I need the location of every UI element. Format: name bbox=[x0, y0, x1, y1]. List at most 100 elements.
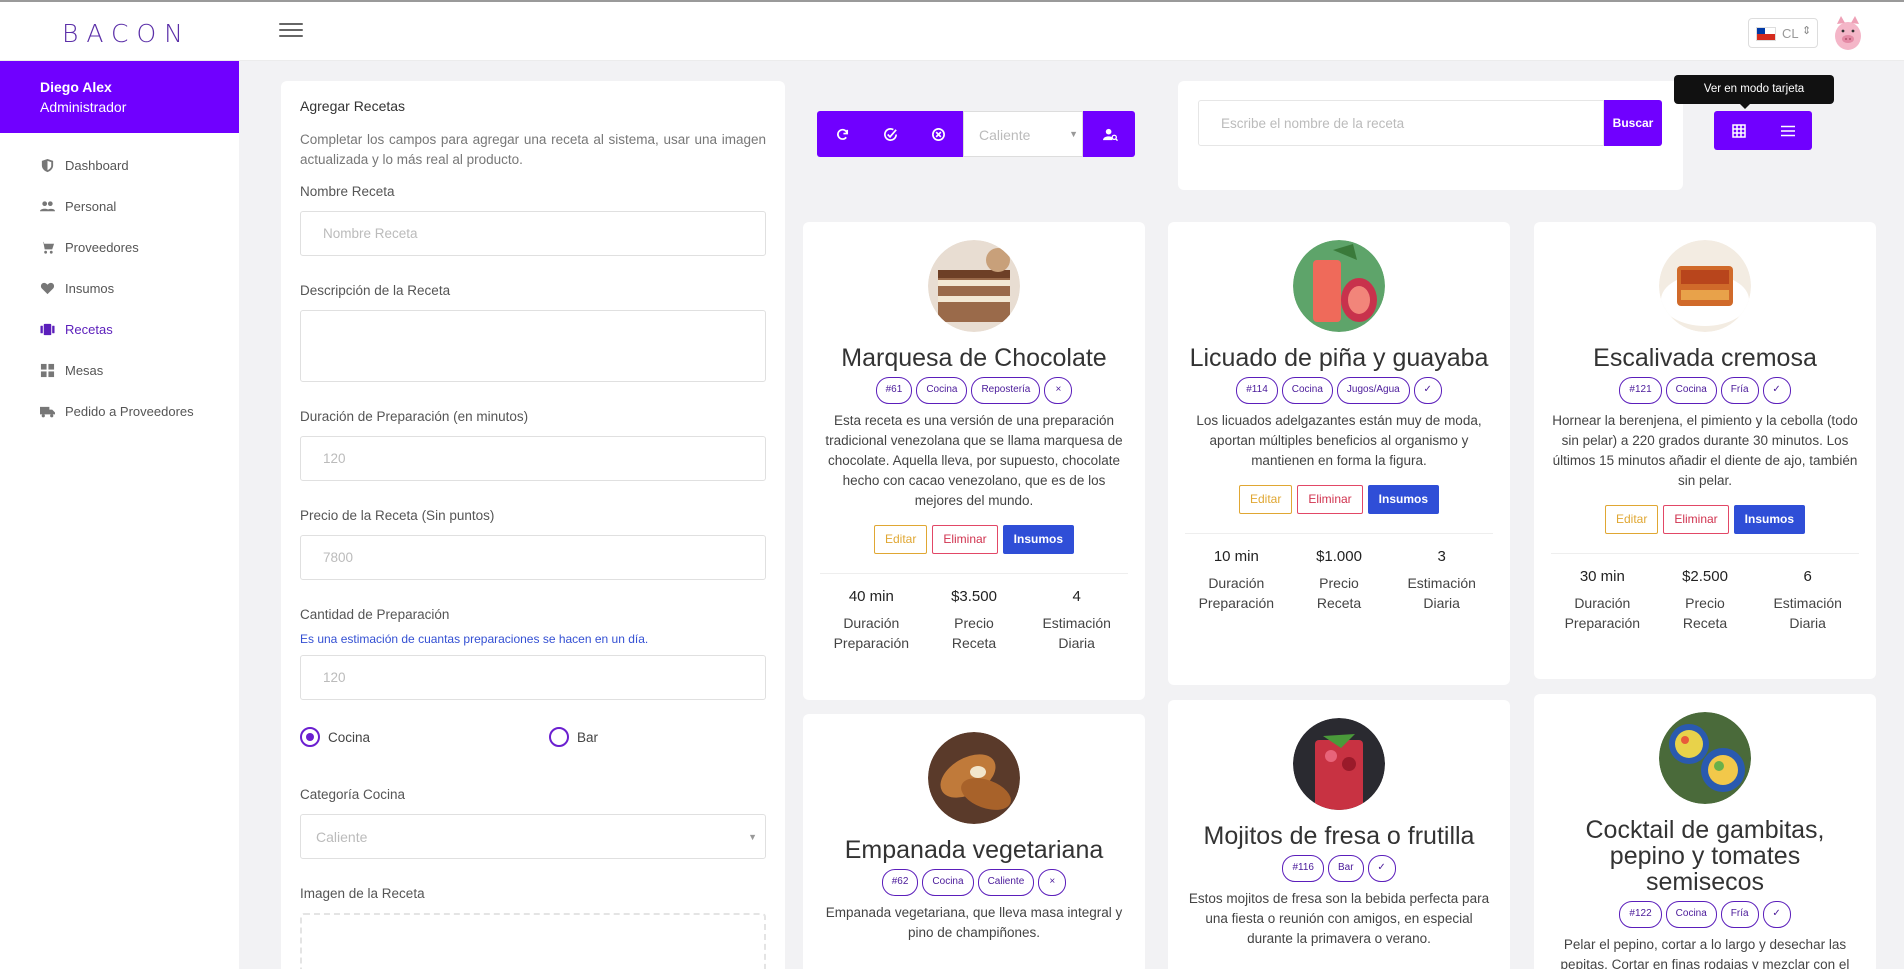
sidebar-item-recetas[interactable]: Recetas bbox=[0, 309, 239, 350]
recipe-description: Pelar el pepino, cortar a lo largo y des… bbox=[1560, 937, 1850, 969]
show-inactive-button[interactable] bbox=[914, 111, 962, 157]
recipe-name-input[interactable]: Nombre Receta bbox=[300, 211, 766, 256]
active-status-icon[interactable]: ✓ bbox=[1413, 377, 1442, 404]
stat-label: Estimación bbox=[1407, 575, 1476, 591]
sidebar-nav: Dashboard Personal Proveedores Insumos R… bbox=[0, 133, 239, 432]
edit-button[interactable]: Editar bbox=[1238, 485, 1293, 514]
sidebar-item-proveedores[interactable]: Proveedores bbox=[0, 227, 239, 268]
form-description: Completar los campos para agregar una re… bbox=[300, 132, 766, 167]
heart-icon bbox=[40, 282, 55, 295]
user-avatar[interactable] bbox=[1832, 14, 1864, 52]
category-filter-select[interactable]: Caliente ▼ bbox=[963, 111, 1083, 157]
recipe-tags: #61 Cocina Repostería × bbox=[820, 377, 1128, 404]
recipe-description: Estos mojitos de fresa son la bebida per… bbox=[1188, 891, 1490, 946]
refresh-button[interactable] bbox=[818, 111, 866, 157]
delete-button[interactable]: Eliminar bbox=[1297, 485, 1363, 514]
sidebar-item-dashboard[interactable]: Dashboard bbox=[0, 145, 239, 186]
recipe-tags: #62 Cocina Caliente × bbox=[820, 869, 1128, 896]
list-view-button[interactable] bbox=[1763, 111, 1812, 150]
sidebar-item-label: Proveedores bbox=[65, 240, 139, 255]
delete-button[interactable]: Eliminar bbox=[932, 525, 998, 554]
recipe-area-tag: Cocina bbox=[922, 869, 974, 896]
stat-label: Estimación bbox=[1042, 615, 1111, 631]
language-selector[interactable]: CL ⇕ bbox=[1748, 18, 1818, 48]
form-title: Agregar Recetas bbox=[300, 98, 406, 114]
price-stat: $1.000 Precio Receta bbox=[1288, 547, 1391, 613]
recipe-search-input[interactable]: Escribe el nombre de la receta bbox=[1198, 100, 1604, 146]
recipe-category-tag: Repostería bbox=[971, 377, 1041, 404]
recipe-category-tag: Fría bbox=[1720, 377, 1759, 404]
active-status-icon[interactable]: ✓ bbox=[1367, 855, 1396, 882]
show-active-button[interactable] bbox=[866, 111, 914, 157]
price-input[interactable]: 7800 bbox=[300, 535, 766, 580]
active-status-icon[interactable]: ✓ bbox=[1762, 377, 1791, 404]
recipe-name-label: Nombre Receta bbox=[300, 184, 395, 199]
category-label: Categoría Cocina bbox=[300, 787, 406, 802]
category-select[interactable]: Caliente ▼ bbox=[300, 814, 766, 859]
sidebar-item-pedido-proveedores[interactable]: Pedido a Proveedores bbox=[0, 391, 239, 432]
active-status-icon[interactable]: ✓ bbox=[1762, 901, 1791, 928]
inactive-status-icon[interactable]: × bbox=[1038, 869, 1067, 896]
price-stat: $3.500 Precio Receta bbox=[923, 587, 1026, 653]
recipe-card: Empanada vegetariana #62 Cocina Caliente… bbox=[803, 714, 1145, 969]
refresh-icon bbox=[836, 128, 848, 140]
recipe-area-tag: Cocina bbox=[1281, 377, 1333, 404]
sidebar-item-personal[interactable]: Personal bbox=[0, 186, 239, 227]
recipe-image bbox=[1293, 240, 1385, 332]
supplies-button[interactable]: Insumos bbox=[1733, 505, 1806, 534]
user-panel: Diego Alex Administrador bbox=[0, 61, 239, 133]
view-mode-toggle bbox=[1714, 111, 1812, 150]
card-view-button[interactable] bbox=[1714, 111, 1763, 150]
radio-cocina[interactable]: Cocina bbox=[300, 727, 549, 747]
supplies-button[interactable]: Insumos bbox=[1367, 485, 1440, 514]
recipe-id-tag: #62 bbox=[881, 869, 919, 896]
stat-label: Preparación bbox=[1564, 615, 1641, 631]
recipe-title: Licuado de piña y guayaba bbox=[1189, 344, 1489, 372]
radio-circle bbox=[549, 727, 569, 747]
duration-stat: 10 min Duración Preparación bbox=[1185, 547, 1288, 613]
recipe-actions: Editar Eliminar Insumos bbox=[820, 525, 1128, 554]
image-dropzone[interactable] bbox=[300, 913, 766, 969]
recipe-tags: #114 Cocina Jugos/Agua ✓ bbox=[1185, 377, 1493, 404]
sidebar-item-label: Personal bbox=[65, 199, 117, 214]
recipe-area-tag: Cocina bbox=[1665, 377, 1717, 404]
edit-button[interactable]: Editar bbox=[1604, 505, 1659, 534]
user-search-icon bbox=[1102, 128, 1118, 141]
quantity-input[interactable]: 120 bbox=[300, 655, 766, 700]
search-button[interactable]: Buscar bbox=[1604, 100, 1662, 146]
user-name: Diego Alex bbox=[40, 79, 112, 95]
sidebar-item-mesas[interactable]: Mesas bbox=[0, 350, 239, 391]
recipe-id-tag: #114 bbox=[1236, 377, 1278, 404]
stat-label: Preparación bbox=[1198, 595, 1275, 611]
recipe-description-input[interactable] bbox=[300, 310, 766, 382]
quantity-hint: Es una estimación de cuantas preparacion… bbox=[300, 632, 649, 646]
menu-toggle-icon[interactable] bbox=[279, 23, 303, 41]
dropdown-arrow-icon: ▼ bbox=[1069, 129, 1078, 139]
price-label: Precio de la Receta (Sin puntos) bbox=[300, 508, 495, 523]
supplies-button[interactable]: Insumos bbox=[1002, 525, 1075, 554]
recipe-tags: #121 Cocina Fría ✓ bbox=[1551, 377, 1859, 404]
recipe-area-tag: Cocina bbox=[1665, 901, 1717, 928]
recipe-image bbox=[928, 732, 1020, 824]
radio-bar[interactable]: Bar bbox=[549, 727, 598, 747]
stat-label: Precio bbox=[1319, 575, 1359, 591]
recipe-title: Escalivada cremosa bbox=[1593, 344, 1817, 372]
recipe-category-tag: Fría bbox=[1720, 901, 1759, 928]
sidebar-item-insumos[interactable]: Insumos bbox=[0, 268, 239, 309]
edit-button[interactable]: Editar bbox=[873, 525, 928, 554]
recipe-id-tag: #116 bbox=[1282, 855, 1324, 882]
recipe-stats: 30 min Duración Preparación $2.500 Precio Re… bbox=[1551, 553, 1859, 653]
recipe-id-tag: #61 bbox=[875, 377, 913, 404]
stat-label: Diaria bbox=[1058, 635, 1095, 651]
recipe-stats: 10 min Duración Preparación $1.000 Precio Re… bbox=[1185, 533, 1493, 633]
recipe-title: Cocktail de gambitas, pepino y tomates s… bbox=[1585, 816, 1825, 896]
user-search-button[interactable] bbox=[1086, 111, 1134, 157]
recipe-description: Empanada vegetariana, que lleva masa int… bbox=[825, 905, 1123, 940]
x-circle-icon bbox=[931, 127, 945, 141]
inactive-status-icon[interactable]: × bbox=[1044, 377, 1073, 404]
sidebar: Diego Alex Administrador Dashboard Perso… bbox=[0, 61, 239, 969]
app-logo[interactable]: BACON bbox=[62, 19, 191, 48]
duration-input[interactable]: 120 bbox=[300, 436, 766, 481]
stat-label: Receta bbox=[1316, 595, 1362, 611]
delete-button[interactable]: Eliminar bbox=[1663, 505, 1729, 534]
